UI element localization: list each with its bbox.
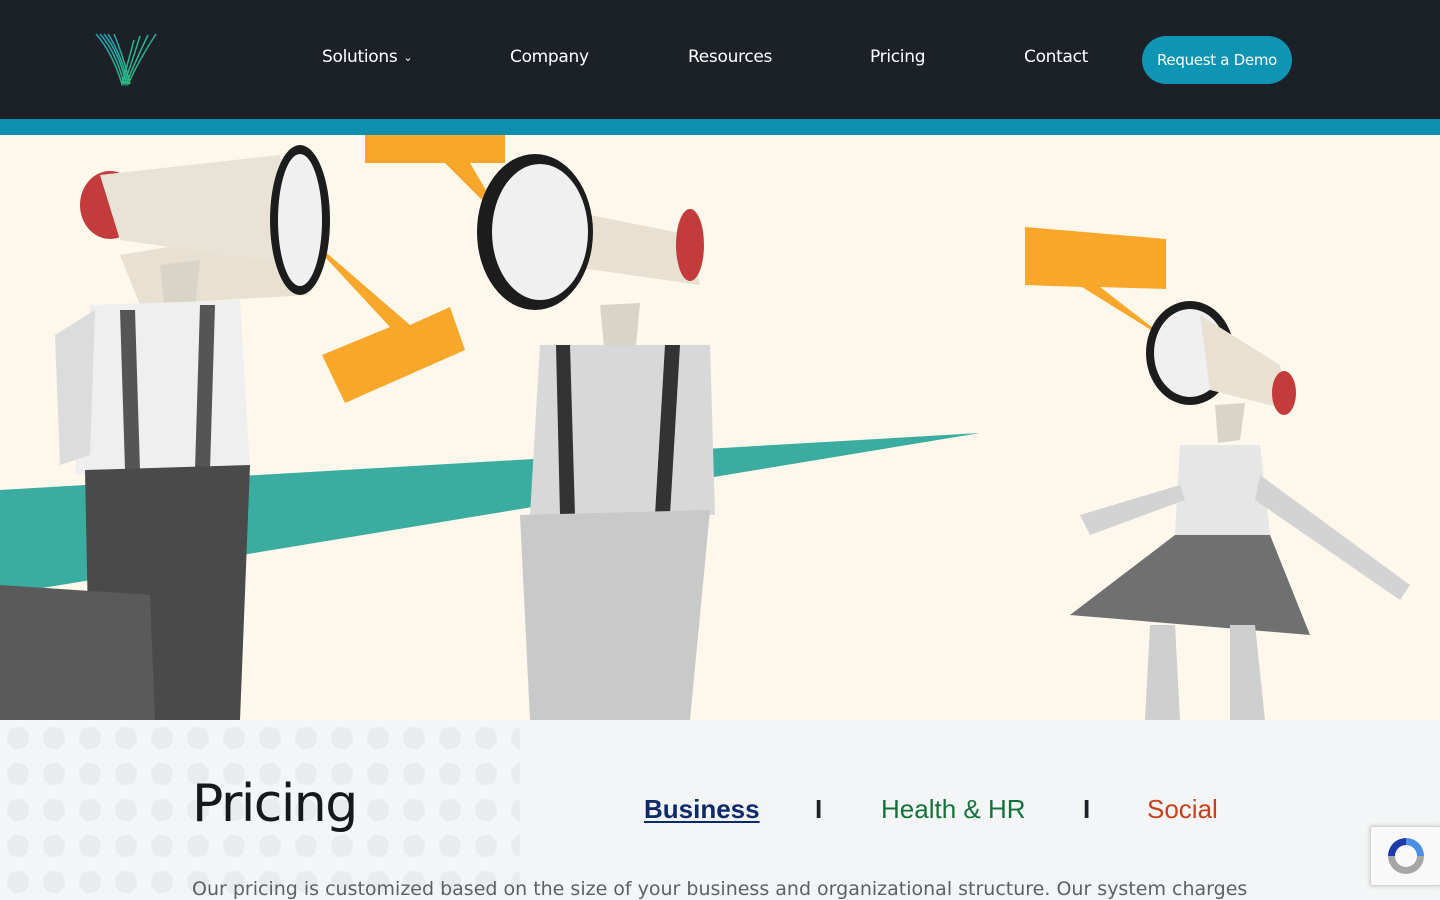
person-center <box>477 154 715 720</box>
brand-logo[interactable] <box>94 32 160 88</box>
megaphone-heads-illustration <box>0 135 1410 720</box>
pricing-intro-text: Our pricing is customized based on the s… <box>192 878 1248 900</box>
nav-company[interactable]: Company <box>510 47 589 67</box>
nav-solutions-label: Solutions <box>322 47 398 67</box>
tab-social[interactable]: Social <box>1147 794 1218 825</box>
recaptcha-badge[interactable] <box>1370 826 1440 886</box>
logo-icon <box>95 33 157 87</box>
nav-solutions[interactable]: Solutions ⌄ <box>322 47 413 67</box>
pricing-section: Pricing Business I Health & HR I Social … <box>0 720 1440 900</box>
chevron-down-icon: ⌄ <box>403 51 413 64</box>
recaptcha-icon <box>1387 838 1424 874</box>
tab-business[interactable]: Business <box>644 794 760 825</box>
nav-pricing[interactable]: Pricing <box>870 47 926 67</box>
tab-separator: I <box>1083 794 1091 824</box>
site-header: Solutions ⌄ Company Resources Pricing Con… <box>0 0 1440 119</box>
nav-resources[interactable]: Resources <box>688 47 772 67</box>
header-accent-bar <box>0 119 1440 135</box>
request-demo-button[interactable]: Request a Demo <box>1142 36 1292 84</box>
tab-separator: I <box>815 794 823 824</box>
person-left <box>0 145 330 720</box>
person-right <box>1070 301 1410 720</box>
hero-image <box>0 135 1440 720</box>
tab-health-hr[interactable]: Health & HR <box>881 794 1026 825</box>
nav-contact[interactable]: Contact <box>1024 47 1088 67</box>
page-title: Pricing <box>192 774 358 834</box>
